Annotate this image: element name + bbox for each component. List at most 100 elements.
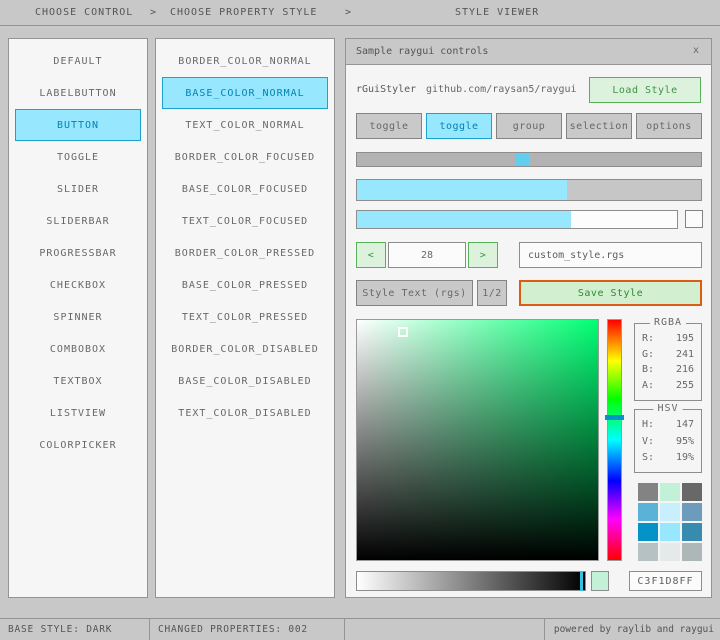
control-list-item[interactable]: SLIDERBAR	[15, 205, 141, 237]
rgba-a-label: A:	[642, 380, 654, 391]
property-list-item[interactable]: BORDER_COLOR_FOCUSED	[162, 141, 328, 173]
step-choose-property-style: CHOOSE PROPERTY STYLE	[170, 0, 317, 25]
rgba-r-value: 195	[676, 333, 694, 344]
rgba-b-label: B:	[642, 364, 654, 375]
property-list-item-selected[interactable]: BASE_COLOR_NORMAL	[162, 77, 328, 109]
spinner-decrement-button[interactable]: <	[356, 242, 386, 268]
style-color-swatch	[638, 543, 658, 561]
status-bar: BASE STYLE: DARK CHANGED PROPERTIES: 002…	[0, 618, 720, 640]
property-list-item[interactable]: BORDER_COLOR_PRESSED	[162, 237, 328, 269]
property-list-item[interactable]: BORDER_COLOR_DISABLED	[162, 333, 328, 365]
control-list-item[interactable]: TOGGLE	[15, 141, 141, 173]
control-list-item[interactable]: TEXTBOX	[15, 365, 141, 397]
style-color-swatch	[660, 503, 680, 521]
page-indicator-button[interactable]: 1/2	[477, 280, 507, 306]
controls-list-panel: DEFAULT LABELBUTTON BUTTON TOGGLE SLIDER…	[8, 38, 148, 598]
property-list-item[interactable]: TEXT_COLOR_DISABLED	[162, 397, 328, 429]
control-list-item[interactable]: SPINNER	[15, 301, 141, 333]
hsv-v-value: 95%	[676, 436, 694, 447]
current-color-swatch	[591, 571, 609, 591]
options-toggle-button[interactable]: options	[636, 113, 702, 139]
status-powered-by: powered by raylib and raygui	[545, 619, 720, 640]
property-list-item[interactable]: BORDER_COLOR_NORMAL	[162, 45, 328, 77]
rgba-r-label: R:	[642, 333, 654, 344]
control-list-item[interactable]: PROGRESSBAR	[15, 237, 141, 269]
hsv-h-row: H: 147	[635, 419, 701, 430]
control-list-item[interactable]: LISTVIEW	[15, 397, 141, 429]
load-style-button[interactable]: Load Style	[589, 77, 701, 103]
status-spacer	[345, 619, 545, 640]
hsv-v-row: V: 95%	[635, 436, 701, 447]
property-list-item[interactable]: BASE_COLOR_DISABLED	[162, 365, 328, 397]
hue-bar-handle[interactable]	[605, 415, 624, 420]
style-color-grid	[638, 483, 702, 561]
close-icon[interactable]: x	[687, 42, 705, 60]
property-list-item[interactable]: TEXT_COLOR_PRESSED	[162, 301, 328, 333]
repo-link[interactable]: github.com/raysan5/raygui	[426, 77, 577, 103]
spinner-increment-button[interactable]: >	[468, 242, 498, 268]
hsv-h-label: H:	[642, 419, 654, 430]
rgba-title: RGBA	[650, 317, 686, 328]
toggle-button-active[interactable]: toggle	[426, 113, 492, 139]
property-list-item[interactable]: TEXT_COLOR_FOCUSED	[162, 205, 328, 237]
rgba-groupbox: RGBA R: 195 G: 241 B: 216 A: 255	[634, 323, 702, 401]
window-titlebar[interactable]: Sample raygui controls x	[346, 39, 711, 65]
control-list-item[interactable]: COLORPICKER	[15, 429, 141, 461]
hex-color-input[interactable]: C3F1D8FF	[629, 571, 702, 591]
control-list-item[interactable]: CHECKBOX	[15, 269, 141, 301]
property-list-item[interactable]: TEXT_COLOR_NORMAL	[162, 109, 328, 141]
control-list-item-selected[interactable]: BUTTON	[15, 109, 141, 141]
slider-bar-fill	[357, 211, 571, 228]
hsv-v-label: V:	[642, 436, 654, 447]
property-list-item[interactable]: BASE_COLOR_FOCUSED	[162, 173, 328, 205]
spinner-value-field[interactable]: 28	[388, 242, 466, 268]
window-title: Sample raygui controls	[356, 39, 488, 64]
style-color-swatch	[638, 483, 658, 501]
style-color-swatch	[682, 483, 702, 501]
hsv-s-value: 19%	[676, 452, 694, 463]
control-list-item[interactable]: DEFAULT	[15, 45, 141, 77]
sample-progress-bar	[356, 179, 702, 201]
save-style-button[interactable]: Save Style	[519, 280, 702, 306]
sample-slider[interactable]	[356, 152, 702, 167]
selection-toggle-button[interactable]: selection	[566, 113, 632, 139]
hue-bar[interactable]	[607, 319, 622, 561]
sample-slider-bar[interactable]	[356, 210, 678, 229]
top-step-bar: CHOOSE CONTROL > CHOOSE PROPERTY STYLE >…	[0, 0, 720, 26]
filename-input[interactable]: custom_style.rgs	[519, 242, 702, 268]
rguistyler-app: CHOOSE CONTROL > CHOOSE PROPERTY STYLE >…	[0, 0, 720, 640]
window-content: rGuiStyler github.com/raysan5/raygui Loa…	[346, 65, 711, 597]
property-list-item[interactable]: BASE_COLOR_PRESSED	[162, 269, 328, 301]
control-list-item[interactable]: LABELBUTTON	[15, 77, 141, 109]
style-color-swatch	[638, 523, 658, 541]
style-color-swatch	[682, 503, 702, 521]
group-toggle-button[interactable]: group	[496, 113, 562, 139]
rgba-a-row: A: 255	[635, 380, 701, 391]
progress-fill	[357, 180, 567, 200]
hsv-s-row: S: 19%	[635, 452, 701, 463]
rgba-g-row: G: 241	[635, 349, 701, 360]
step-choose-control: CHOOSE CONTROL	[35, 0, 133, 25]
toggle-button[interactable]: toggle	[356, 113, 422, 139]
alpha-bar[interactable]	[356, 571, 586, 591]
style-viewer-window: Sample raygui controls x rGuiStyler gith…	[345, 38, 712, 598]
chevron-right-icon: >	[345, 0, 352, 25]
slider-handle[interactable]	[515, 153, 529, 166]
rgba-g-label: G:	[642, 349, 654, 360]
hsv-title: HSV	[653, 403, 682, 414]
sample-checkbox[interactable]	[685, 210, 703, 228]
color-picker-panel[interactable]	[356, 319, 599, 561]
style-color-swatch	[660, 543, 680, 561]
control-list-item[interactable]: SLIDER	[15, 173, 141, 205]
hsv-h-value: 147	[676, 419, 694, 430]
style-color-swatch	[682, 523, 702, 541]
alpha-bar-marker	[580, 571, 583, 591]
style-text-button[interactable]: Style Text (rgs)	[356, 280, 473, 306]
properties-list-panel: BORDER_COLOR_NORMAL BASE_COLOR_NORMAL TE…	[155, 38, 335, 598]
control-list-item[interactable]: COMBOBOX	[15, 333, 141, 365]
status-base-style: BASE STYLE: DARK	[0, 619, 150, 640]
hsv-groupbox: HSV H: 147 V: 95% S: 19%	[634, 409, 702, 473]
style-color-swatch	[660, 523, 680, 541]
style-color-swatch	[638, 503, 658, 521]
hsv-s-label: S:	[642, 452, 654, 463]
